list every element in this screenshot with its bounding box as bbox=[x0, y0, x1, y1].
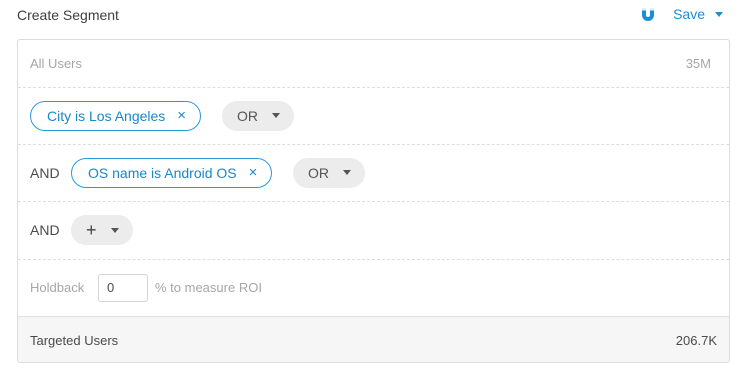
add-condition-button[interactable]: + bbox=[71, 215, 133, 245]
segment-builder: All Users 35M City is Los Angeles × OR A… bbox=[17, 39, 730, 363]
page-title: Create Segment bbox=[17, 7, 119, 23]
add-condition-row: AND + bbox=[18, 201, 729, 260]
and-connector: AND bbox=[30, 222, 60, 238]
filter-chip-os[interactable]: OS name is Android OS × bbox=[71, 157, 273, 188]
magnet-icon[interactable] bbox=[639, 5, 657, 23]
and-connector: AND bbox=[30, 164, 60, 181]
page-header: Create Segment Save bbox=[0, 0, 747, 32]
targeted-users-label: Targeted Users bbox=[30, 332, 119, 348]
holdback-input[interactable] bbox=[98, 273, 148, 302]
or-label[interactable]: OR bbox=[308, 165, 329, 181]
filter-chip-label[interactable]: City is Los Angeles bbox=[47, 108, 165, 124]
plus-icon[interactable]: + bbox=[86, 221, 97, 239]
all-users-label: All Users bbox=[30, 56, 83, 71]
all-users-count: 35M bbox=[685, 56, 711, 71]
chevron-down-icon[interactable] bbox=[272, 113, 280, 118]
holdback-label: Holdback bbox=[30, 280, 85, 295]
or-label[interactable]: OR bbox=[237, 108, 258, 124]
filter-chip-city[interactable]: City is Los Angeles × bbox=[30, 100, 202, 131]
targeted-users-count: 206.7K bbox=[675, 332, 717, 348]
condition-row-2: AND OS name is Android OS × OR bbox=[18, 144, 729, 202]
filter-chip-label[interactable]: OS name is Android OS bbox=[88, 165, 237, 181]
chevron-down-icon[interactable] bbox=[715, 11, 723, 17]
close-icon[interactable]: × bbox=[249, 165, 258, 180]
close-icon[interactable]: × bbox=[177, 108, 186, 123]
or-dropdown-button[interactable]: OR bbox=[293, 157, 365, 188]
or-dropdown-button[interactable]: OR bbox=[222, 100, 294, 131]
chevron-down-icon[interactable] bbox=[343, 170, 351, 175]
save-button[interactable]: Save bbox=[639, 5, 723, 23]
holdback-row: Holdback % to measure ROI bbox=[18, 259, 729, 316]
chevron-down-icon[interactable] bbox=[110, 227, 119, 233]
condition-row-1: City is Los Angeles × OR bbox=[18, 87, 729, 145]
targeted-users-bar: Targeted Users 206.7K bbox=[18, 316, 729, 362]
save-label[interactable]: Save bbox=[673, 6, 705, 22]
holdback-suffix: % to measure ROI bbox=[155, 280, 262, 295]
all-users-row: All Users 35M bbox=[18, 40, 729, 88]
